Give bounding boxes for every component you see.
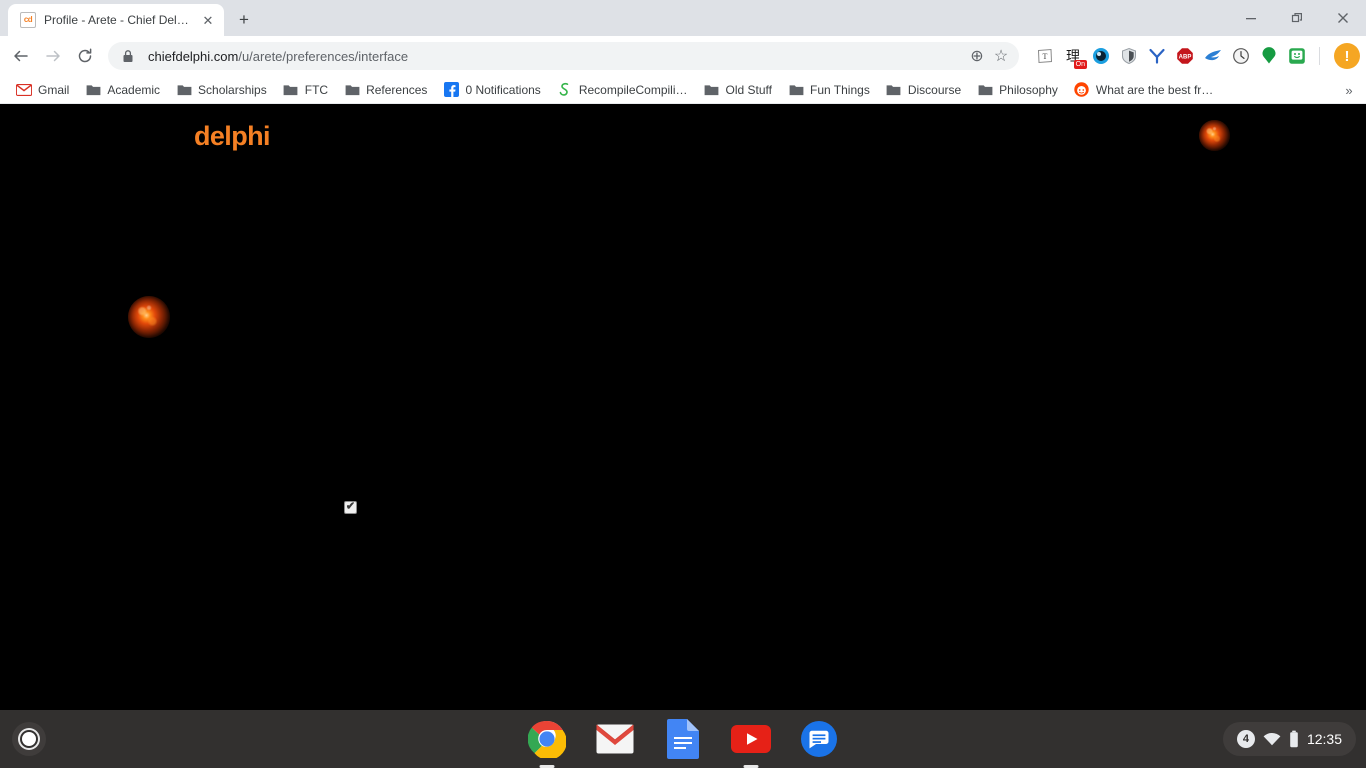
system-tray[interactable]: 4 12:35 (1222, 722, 1356, 756)
bookmark-references[interactable]: References (336, 79, 435, 101)
bookmark-notifications[interactable]: 0 Notifications (435, 79, 548, 101)
blue-swoosh-extension-icon[interactable] (1201, 44, 1225, 68)
address-bar[interactable]: chiefdelphi.com/u/arete/preferences/inte… (108, 42, 1019, 70)
chiefdelphi-favicon: cd (20, 12, 36, 28)
green-swirl-icon (557, 82, 573, 98)
interface-pref-checkbox-1[interactable]: ✔ (344, 501, 357, 514)
bookmark-discourse[interactable]: Discourse (878, 79, 969, 101)
bookmark-gmail[interactable]: Gmail (8, 79, 77, 101)
address-path: /u/arete/preferences/interface (238, 48, 409, 64)
bookmark-star-icon[interactable]: ☆ (989, 44, 1013, 68)
chrome-icon (528, 720, 566, 758)
bookmark-label: FTC (304, 82, 329, 97)
wifi-icon (1263, 732, 1281, 746)
chrome-app[interactable] (527, 719, 567, 768)
bookmark-label: 0 Notifications (465, 82, 541, 97)
green-sticker-extension-icon[interactable] (1285, 44, 1309, 68)
profile-user-avatar[interactable] (128, 296, 170, 338)
adblock-plus-extension-icon[interactable]: ABP (1173, 44, 1197, 68)
bookmark-label: RecompileCompili… (578, 82, 688, 97)
bookmark-philosophy[interactable]: Philosophy (969, 79, 1066, 101)
folder-icon (788, 82, 804, 98)
checkmark-icon: ✔ (345, 500, 356, 513)
browser-tab[interactable]: cd Profile - Arete - Chief Delphi ✕ (8, 4, 224, 36)
gmail-app[interactable] (595, 719, 635, 759)
lock-icon (122, 49, 138, 63)
bookmarks-overflow-button[interactable]: » (1338, 76, 1360, 103)
profile-button[interactable]: ! (1334, 43, 1360, 69)
google-docs-app[interactable] (663, 719, 703, 759)
chinese-dictionary-extension-icon[interactable]: 理 On (1061, 44, 1087, 69)
forward-button[interactable] (38, 41, 68, 71)
bookmark-ftc[interactable]: FTC (275, 79, 336, 101)
address-host: chiefdelphi.com (148, 48, 239, 64)
gmail-icon (16, 82, 32, 98)
folder-icon (977, 82, 993, 98)
facebook-icon (443, 82, 459, 98)
folder-icon (344, 82, 360, 98)
reload-button[interactable] (70, 41, 100, 71)
youtube-icon (731, 725, 771, 753)
battery-icon (1289, 730, 1299, 748)
install-app-icon[interactable]: ⊕ (965, 44, 989, 68)
chromeos-shelf: 4 12:35 (0, 710, 1366, 768)
folder-icon (283, 82, 299, 98)
bookmark-old-stuff[interactable]: Old Stuff (696, 79, 780, 101)
notification-count-badge[interactable]: 4 (1236, 730, 1255, 748)
tab-title: Profile - Arete - Chief Delphi (44, 13, 192, 27)
folder-icon (704, 82, 720, 98)
page-viewport: delphi ✔ ✔ (0, 104, 1366, 710)
bookmark-label: Academic (107, 82, 161, 97)
google-docs-icon (667, 719, 699, 759)
folder-icon (176, 82, 192, 98)
gmail-icon (596, 724, 634, 754)
new-tab-button[interactable]: + (230, 6, 258, 34)
toolbar-divider (1319, 47, 1320, 65)
site-logo[interactable]: delphi (194, 121, 271, 152)
clock-time: 12:35 (1306, 731, 1342, 747)
address-bar-text: chiefdelphi.com/u/arete/preferences/inte… (148, 49, 965, 64)
header-user-avatar[interactable] (1199, 120, 1230, 151)
bookmark-reddit-thread[interactable]: What are the best fr… (1066, 79, 1221, 101)
svg-text:T: T (1043, 52, 1048, 61)
browser-window: cd Profile - Arete - Chief Delphi ✕ + ch… (0, 0, 1366, 710)
svg-text:ABP: ABP (1179, 55, 1192, 61)
blue-orb-extension-icon[interactable] (1089, 44, 1113, 68)
bookmark-label: What are the best fr… (1095, 82, 1214, 97)
bookmark-label: Gmail (38, 82, 70, 97)
bookmark-label: Discourse (907, 82, 962, 97)
bookmark-fun-things[interactable]: Fun Things (780, 79, 878, 101)
reddit-icon (1074, 82, 1090, 98)
youtube-app[interactable] (731, 719, 771, 768)
bookmark-recompilecompiling[interactable]: RecompileCompili… (549, 79, 696, 101)
yandex-extension-icon[interactable] (1145, 44, 1169, 68)
text-capture-extension-icon[interactable]: T (1033, 44, 1057, 68)
tab-strip: cd Profile - Arete - Chief Delphi ✕ + (0, 0, 1366, 36)
bookmark-academic[interactable]: Academic (77, 79, 168, 101)
browser-toolbar: chiefdelphi.com/u/arete/preferences/inte… (0, 36, 1366, 76)
close-window-button[interactable] (1320, 0, 1366, 36)
shield-privacy-extension-icon[interactable] (1117, 44, 1141, 68)
bookmark-label: Fun Things (810, 82, 870, 97)
shelf-app-list (0, 710, 1366, 768)
bookmark-label: Old Stuff (725, 82, 772, 97)
extensions-strip: T 理 On ABP ! (1027, 43, 1360, 69)
folder-icon (886, 82, 902, 98)
green-balloon-extension-icon[interactable] (1257, 44, 1281, 68)
maximize-restore-button[interactable] (1274, 0, 1320, 36)
folder-icon (85, 82, 101, 98)
bookmark-label: References (366, 82, 428, 97)
extension-badge: On (1073, 60, 1087, 69)
minimize-button[interactable] (1228, 0, 1274, 36)
google-messages-icon (801, 721, 837, 757)
bookmark-label: Philosophy (999, 82, 1058, 97)
bookmark-label: Scholarships (198, 82, 267, 97)
window-controls (1228, 0, 1366, 36)
bookmark-scholarships[interactable]: Scholarships (168, 79, 275, 101)
bookmarks-bar: Gmail Academic Scholarships FTC Referenc (0, 76, 1366, 104)
clock-extension-icon[interactable] (1229, 44, 1253, 68)
back-button[interactable] (6, 41, 36, 71)
google-messages-app[interactable] (799, 719, 839, 759)
tab-close-icon[interactable]: ✕ (200, 12, 216, 28)
